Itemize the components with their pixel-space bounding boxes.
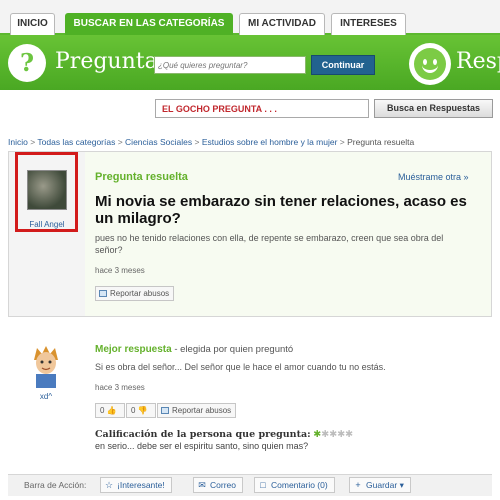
answer-body: Si es obra del señor... Del señor que le… (95, 362, 386, 372)
smiley-logo-icon (409, 43, 451, 85)
question-title: Mi novia se embarazo sin tener relacione… (95, 193, 467, 227)
answer-timestamp: hace 3 meses (95, 383, 145, 392)
flag-icon (161, 407, 169, 414)
breadcrumb: Inicio > Todas las categorías > Ciencias… (8, 137, 415, 147)
star-icon: ✱ (345, 429, 354, 440)
continue-button[interactable]: Continuar (311, 55, 375, 75)
breadcrumb-current: Pregunta resuelta (347, 137, 415, 147)
breadcrumb-link[interactable]: Todas las categorías (37, 137, 115, 147)
asker-name-link[interactable]: Fall Angel (18, 220, 76, 229)
tab-buscar-categorias[interactable]: BUSCAR EN LAS CATEGORÍAS (65, 13, 233, 35)
thumbs-down-button[interactable]: 0 👎 (126, 403, 156, 418)
tab-inicio[interactable]: INICIO (10, 13, 55, 35)
brand-title: Pregunta (55, 49, 158, 74)
thumbs-up-button[interactable]: 0 👍 (95, 403, 125, 418)
rating-comment: en serio... debe ser el espiritu santo, … (95, 441, 309, 451)
email-button[interactable]: ✉ Correo (193, 477, 243, 493)
star-icon: ☆ (104, 480, 114, 490)
action-bar-label: Barra de Acción: (24, 480, 87, 490)
star-icon: ✱ (337, 429, 346, 440)
answer-report-abuse-button[interactable]: Reportar abusos (157, 403, 237, 418)
save-button[interactable]: + Guardar ▾ (349, 477, 411, 493)
envelope-icon: ✉ (198, 480, 206, 490)
flag-icon (99, 290, 107, 297)
asker-avatar[interactable] (27, 170, 67, 210)
report-abuse-button[interactable]: Reportar abusos (95, 286, 175, 301)
question-timestamp: hace 3 meses (95, 266, 145, 275)
answerer-avatar[interactable] (28, 344, 64, 388)
secondary-search-field[interactable]: EL GOCHO PREGUNTA . . . (155, 99, 369, 118)
question-status: Pregunta resuelta (95, 171, 188, 183)
interesting-button[interactable]: ☆ ¡Interesante! (100, 477, 172, 493)
top-tabs: INICIO BUSCAR EN LAS CATEGORÍAS MI ACTIV… (0, 0, 500, 35)
tab-mi-actividad[interactable]: MI ACTIVIDAD (239, 13, 325, 35)
thumbs-down-icon: 👎 (137, 406, 148, 415)
comment-icon: □ (260, 480, 266, 490)
plus-icon: + (355, 480, 361, 490)
brand-title-right: Resp (456, 49, 500, 74)
best-answer-label: Mejor respuesta - elegida por quien preg… (95, 344, 294, 355)
thumbs-up-icon: 👍 (106, 406, 117, 415)
chevron-down-icon: ▾ (399, 480, 404, 490)
breadcrumb-link[interactable]: Estudios sobre el hombre y la mujer (202, 137, 338, 147)
question-search-input[interactable] (154, 56, 306, 74)
show-another-link[interactable]: Muéstrame otra » (398, 172, 469, 182)
question-logo-icon: ? (8, 44, 46, 82)
breadcrumb-link[interactable]: Ciencias Sociales (125, 137, 192, 147)
question-body: pues no he tenido relaciones con ella, d… (95, 233, 444, 255)
asker-rating: Calificación de la persona que pregunta:… (95, 429, 354, 440)
tab-intereses[interactable]: INTERESES (331, 13, 406, 35)
answerer-name-link[interactable]: xd^ (20, 392, 72, 401)
star-icon: ✱ (329, 429, 338, 440)
header-bar: ? Pregunta Continuar Resp (0, 35, 500, 90)
comment-button[interactable]: □ Comentario (0) (254, 477, 335, 493)
breadcrumb-link[interactable]: Inicio (8, 137, 28, 147)
search-answers-button[interactable]: Busca en Respuestas (374, 99, 493, 118)
